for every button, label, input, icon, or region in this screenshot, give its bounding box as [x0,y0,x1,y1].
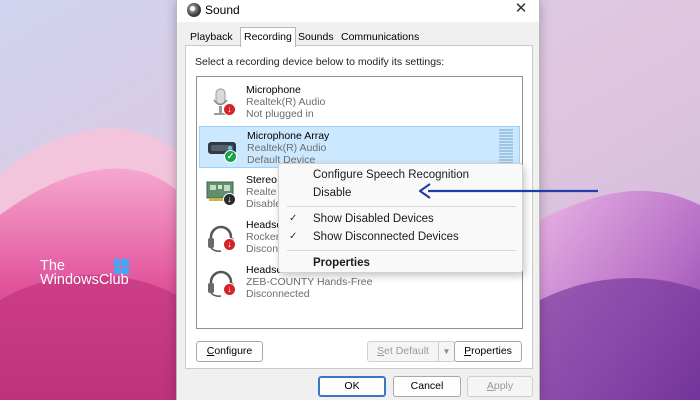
disabled-badge-icon: ↓ [223,193,236,206]
menu-separator [287,206,516,207]
device-status: Disconnected [246,288,310,300]
check-icon: ✓ [289,231,298,242]
device-driver: Realte [246,186,277,198]
tab-communications[interactable]: Communications [338,29,422,46]
device-item-microphone-array[interactable]: ✓ Microphone Array Realtek(R) Audio Defa… [199,126,520,168]
device-info: Stereo Realte Disable [246,174,281,210]
device-name: Stereo [246,174,277,186]
tab-playback[interactable]: Playback [187,29,236,46]
tab-recording[interactable]: Recording [240,27,296,47]
set-default-button[interactable]: Set Default [367,341,439,362]
chevron-down-icon[interactable]: ▼ [439,341,455,362]
configure-label: onfigure [214,345,253,357]
device-name: Microphone [246,84,301,96]
watermark-line2: WindowsClub [40,272,129,288]
menu-item-show-disabled[interactable]: ✓ Show Disabled Devices [279,210,522,228]
title-bar[interactable]: Sound ✕ [177,0,539,22]
device-driver: Realtek(R) Audio [247,142,327,154]
device-info: Microphone Realtek(R) Audio Not plugged … [246,84,325,120]
speaker-icon [187,3,201,17]
device-info: Microphone Array Realtek(R) Audio Defaul… [247,130,329,166]
instruction-text: Select a recording device below to modif… [195,56,445,68]
apply-access-key: A [486,380,494,392]
device-status: Not plugged in [246,108,314,120]
annotation-arrow-icon [418,183,598,199]
unplugged-badge-icon: ↓ [223,103,236,116]
disconnected-badge-icon: ↓ [223,283,236,296]
device-driver: Realtek(R) Audio [246,96,326,108]
check-icon: ✓ [289,213,298,224]
windows-logo-icon [114,259,129,274]
device-driver: ZEB-COUNTY Hands-Free [246,276,373,288]
ok-button[interactable]: OK [318,376,386,397]
disconnected-badge-icon: ↓ [223,238,236,251]
level-meter [499,129,513,165]
device-status: Disable [246,198,282,210]
set-default-label: et Default [384,345,429,357]
default-device-check-icon: ✓ [224,150,237,163]
tab-sounds[interactable]: Sounds [295,29,337,46]
close-icon[interactable]: ✕ [509,0,533,20]
window-title: Sound [205,3,240,17]
menu-item-show-disconnected[interactable]: ✓ Show Disconnected Devices [279,228,522,246]
menu-item-label: Show Disabled Devices [313,213,434,225]
apply-button[interactable]: Apply [467,376,533,397]
properties-button[interactable]: Properties [454,341,522,362]
set-default-access-key: S [377,345,385,357]
watermark-logo: The WindowsClub [40,259,129,287]
cancel-button[interactable]: Cancel [393,376,461,397]
apply-label: pply [493,380,514,392]
properties-label: roperties [471,345,512,357]
context-menu: Configure Speech Recognition Disable ✓ S… [278,163,523,273]
configure-button[interactable]: Configure [196,341,263,362]
tab-strip: Playback Recording Sounds Communications [185,27,525,47]
menu-item-properties[interactable]: Properties [279,254,522,272]
menu-item-label: Show Disconnected Devices [313,231,459,243]
menu-separator [287,250,516,251]
device-name: Microphone Array [247,130,330,142]
device-item-microphone[interactable]: ↓ Microphone Realtek(R) Audio Not plugge… [199,81,520,123]
